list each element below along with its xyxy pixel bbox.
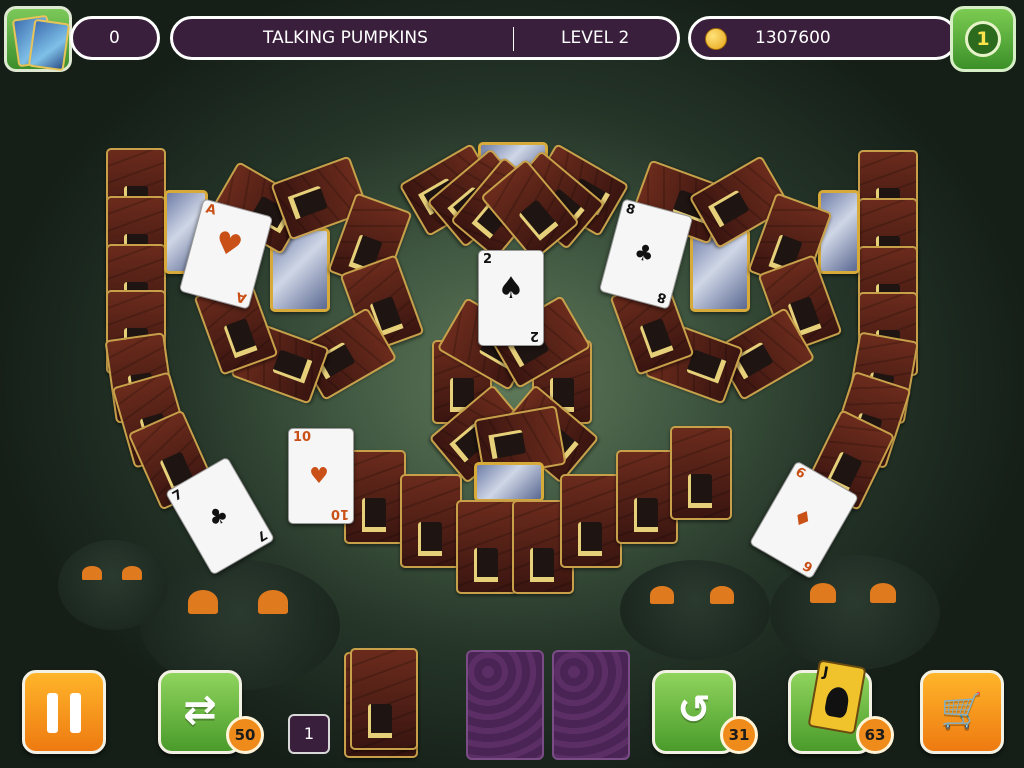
card-rank-bottom: 2 xyxy=(529,328,539,343)
card-rank-bottom: 7 xyxy=(254,526,270,544)
background-pumpkin xyxy=(620,560,770,660)
title-divider xyxy=(513,27,514,51)
background-pumpkin xyxy=(58,540,168,630)
player-level-value: 1 xyxy=(965,21,1001,57)
card-back[interactable] xyxy=(616,450,678,544)
playing-card-ten-hearts[interactable]: 10 ♥ 10 xyxy=(288,428,354,524)
stock-count: 1 xyxy=(303,724,315,743)
card-suit: ♣ xyxy=(631,239,661,270)
level-label: LEVEL 2 xyxy=(561,28,630,48)
shop-button[interactable]: 🛒 xyxy=(920,670,1004,754)
joker-rank: J xyxy=(821,664,830,681)
card-back[interactable] xyxy=(456,500,518,594)
player-level-badge[interactable]: 1 xyxy=(950,6,1016,72)
coins-value: 1307600 xyxy=(755,28,831,48)
card-back[interactable] xyxy=(400,474,462,568)
pause-icon xyxy=(47,693,83,733)
joker-count-badge: 63 xyxy=(856,716,894,754)
pause-button[interactable] xyxy=(22,670,106,754)
coins-panel: 1307600 xyxy=(688,16,958,60)
card-rank: 10 xyxy=(293,430,312,445)
card-suit: ♥ xyxy=(309,464,333,489)
cart-icon: 🛒 xyxy=(940,691,984,731)
card-suit: ♥ xyxy=(210,224,246,266)
black-cat-icon xyxy=(823,685,851,719)
stock-card[interactable] xyxy=(350,648,418,750)
avatar-card-image xyxy=(27,18,71,72)
card-rank: A xyxy=(204,201,218,219)
card-rank-bottom: A xyxy=(234,288,249,306)
playing-card-two-spades[interactable]: 2 ♠ 2 xyxy=(478,250,544,346)
background-pumpkin xyxy=(770,555,940,670)
avatar[interactable] xyxy=(4,6,72,72)
waste-slot[interactable] xyxy=(466,650,544,760)
shuffle-count-badge: 50 xyxy=(226,716,264,754)
score-value: 0 xyxy=(109,28,120,48)
card-suit: ♦ xyxy=(787,503,821,538)
score-panel: 0 xyxy=(70,16,160,60)
title-panel: TALKING PUMPKINS LEVEL 2 xyxy=(170,16,680,60)
game-title: TALKING PUMPKINS xyxy=(263,28,428,48)
card-rank: 2 xyxy=(483,252,493,267)
undo-count-badge: 31 xyxy=(720,716,758,754)
card-suit: ♠ xyxy=(497,271,525,306)
card-rank: 8 xyxy=(624,201,637,219)
card-suit: ♣ xyxy=(203,499,237,534)
blue-card[interactable] xyxy=(474,462,544,502)
joker-card-icon: J xyxy=(807,659,867,735)
waste-slot[interactable] xyxy=(552,650,630,760)
coin-icon xyxy=(705,28,727,50)
card-back[interactable] xyxy=(560,474,622,568)
card-rank: 7 xyxy=(170,487,186,505)
card-back[interactable] xyxy=(670,426,732,520)
card-rank-bottom: 8 xyxy=(655,288,669,306)
card-rank-bottom: 10 xyxy=(330,506,349,521)
playing-card-eight-clubs[interactable]: 8 ♣ 8 xyxy=(598,198,694,310)
card-rank: 6 xyxy=(792,464,808,483)
card-rank-bottom: 6 xyxy=(800,556,816,575)
stock-count-box: 1 xyxy=(288,714,330,754)
